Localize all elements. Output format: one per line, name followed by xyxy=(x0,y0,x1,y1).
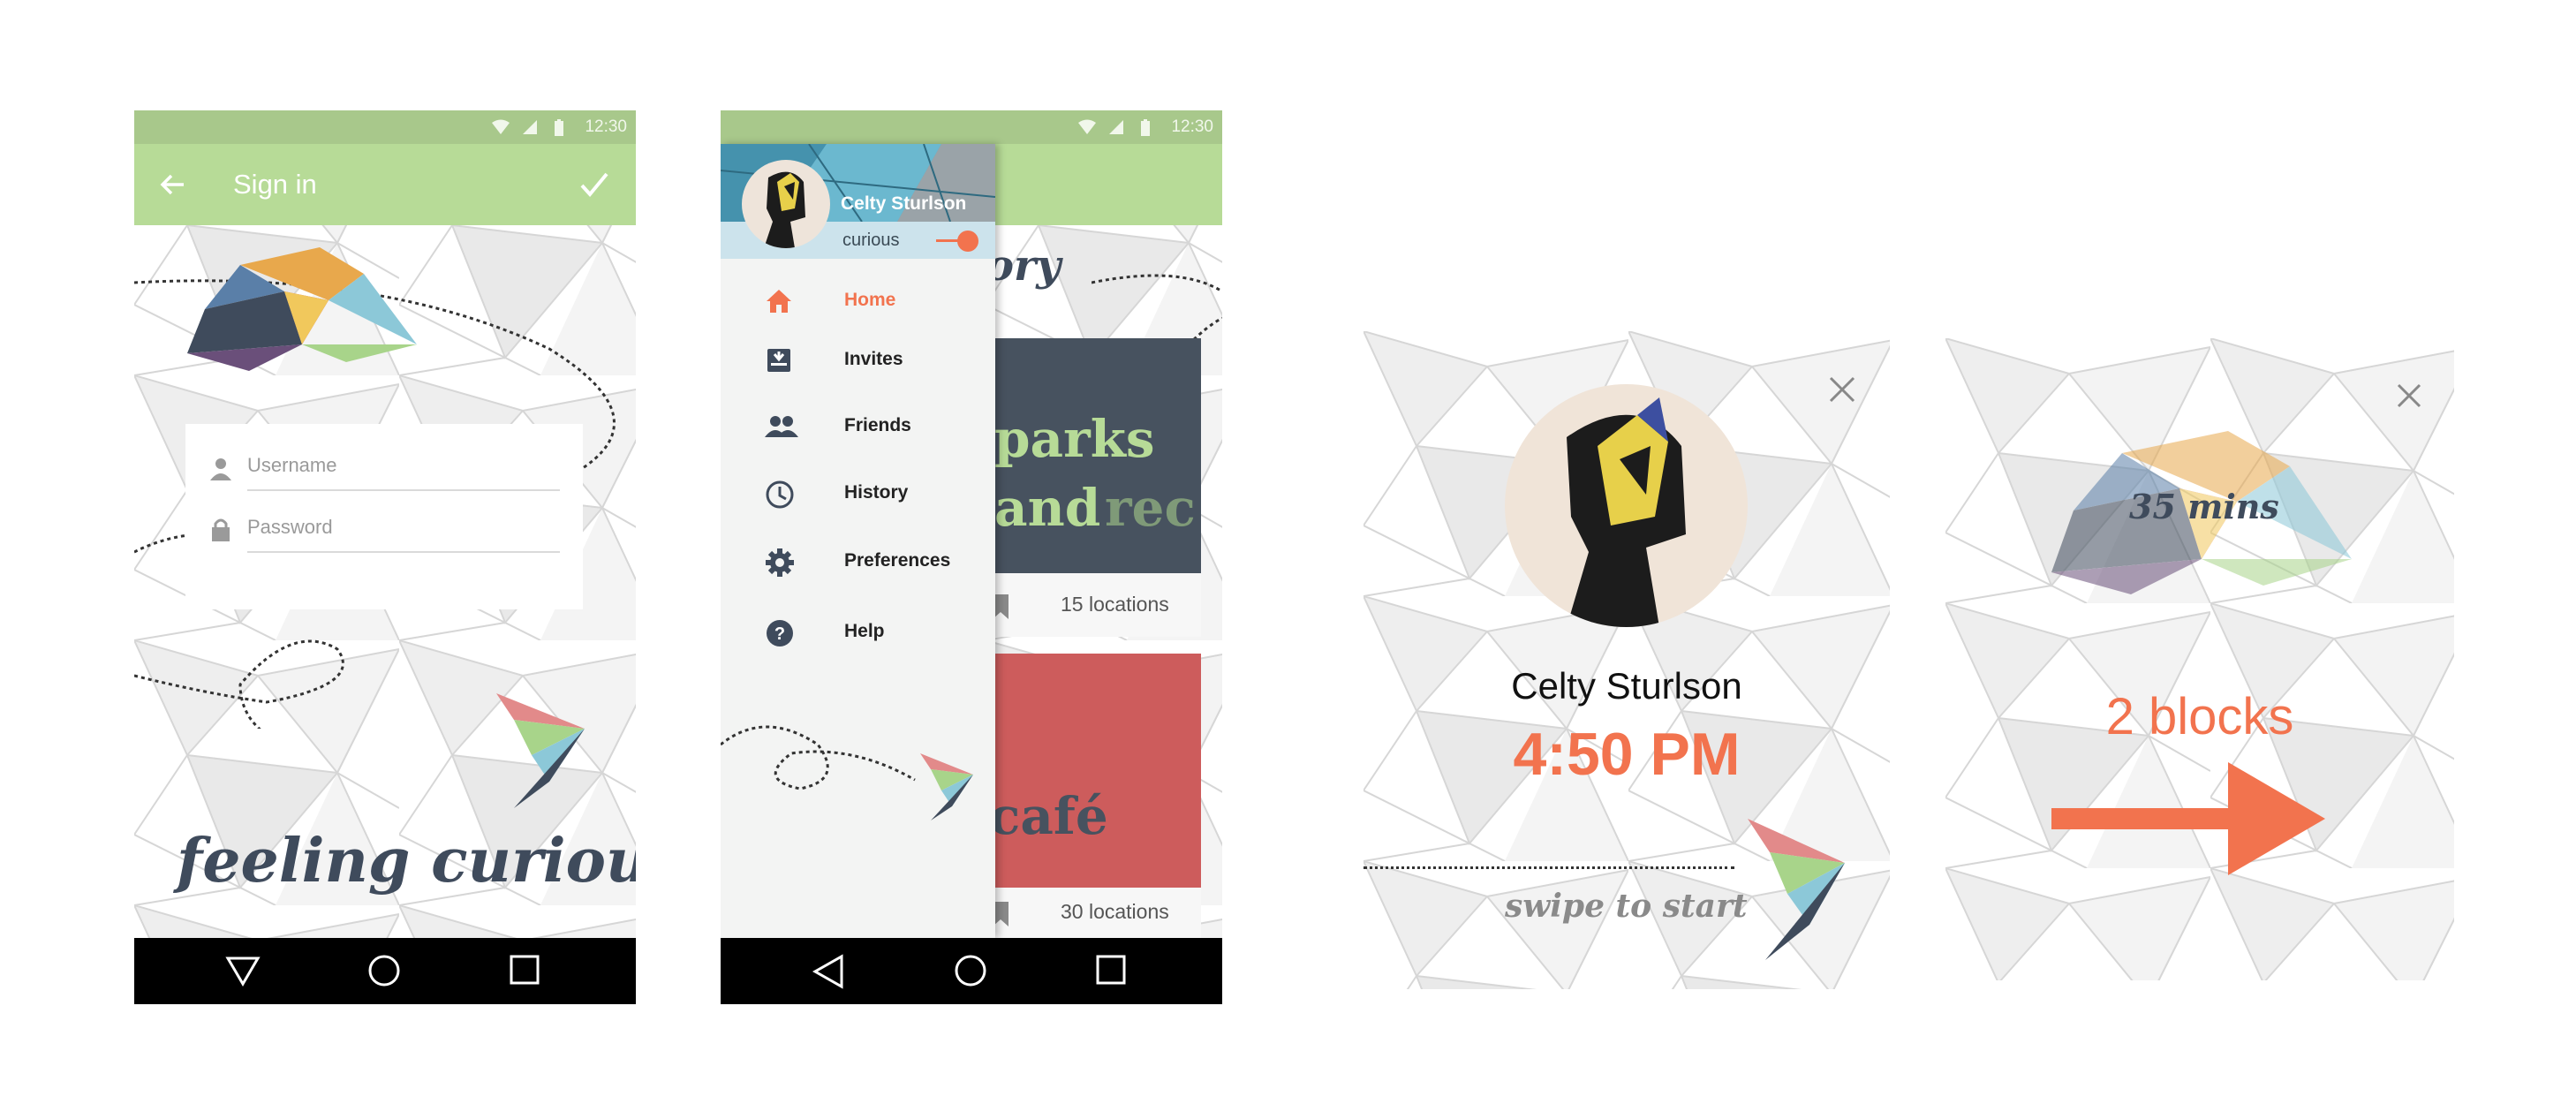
travel-duration: 35 mins xyxy=(2129,487,2279,526)
menu-item-label: Help xyxy=(844,621,885,641)
close-icon[interactable] xyxy=(1828,375,1856,404)
check-icon[interactable] xyxy=(579,170,609,199)
swipe-hint: swipe to start xyxy=(1505,888,1748,925)
login-form: Username Password xyxy=(185,424,583,609)
home-nav-icon[interactable] xyxy=(953,954,988,989)
menu-item-label: Home xyxy=(844,290,896,310)
status-time: 12:30 xyxy=(1171,117,1213,136)
card-cafe[interactable]: café xyxy=(986,654,1201,888)
username-field[interactable]: Username xyxy=(247,445,560,491)
menu-item-history[interactable]: History xyxy=(721,467,995,520)
dotted-trail xyxy=(1092,274,1222,344)
navigation-drawer: Celty Sturlson curious Home Invites Frie… xyxy=(721,144,995,938)
menu-item-help[interactable]: ? Help xyxy=(721,606,995,659)
signal-icon xyxy=(523,120,537,134)
invites-icon xyxy=(767,349,790,372)
settings-icon xyxy=(766,548,794,577)
watch-direction-screen: 35 mins 2 blocks xyxy=(1945,338,2454,980)
menu-item-label: Preferences xyxy=(844,550,951,571)
back-arrow-icon[interactable] xyxy=(159,170,187,199)
card-title: café xyxy=(989,786,1108,846)
lock-icon xyxy=(212,518,230,541)
profile-status: curious xyxy=(842,231,900,250)
menu-item-friends[interactable]: Friends xyxy=(721,400,995,453)
avatar[interactable] xyxy=(742,160,830,248)
wifi-icon xyxy=(1078,119,1096,134)
watch-invite-screen: Celty Sturlson 4:50 PM swipe to start xyxy=(1364,331,1890,989)
card-parks-footer: 15 locations xyxy=(986,573,1201,637)
password-placeholder: Password xyxy=(247,516,333,538)
password-field[interactable]: Password xyxy=(247,507,560,553)
section-heading: ory xyxy=(986,241,1061,291)
card-locations: 30 locations xyxy=(1061,900,1169,923)
status-toggle[interactable] xyxy=(957,231,978,252)
close-icon[interactable] xyxy=(2396,382,2422,409)
menu-item-preferences[interactable]: Preferences xyxy=(721,535,995,588)
drawer-screen: 12:30 ory parks and rec 15 locations caf… xyxy=(721,110,1222,1004)
profile-name: Celty Sturlson xyxy=(841,193,967,214)
svg-text:?: ? xyxy=(774,624,785,644)
history-icon xyxy=(766,480,794,509)
card-title-line1: parks xyxy=(994,409,1155,469)
paper-plane-icon xyxy=(496,693,585,808)
menu-item-home[interactable]: Home xyxy=(721,275,995,328)
signal-icon xyxy=(1109,120,1123,134)
helmet-avatar-icon xyxy=(764,171,805,248)
menu-item-label: Invites xyxy=(844,349,903,369)
card-title-line2b: rec xyxy=(1105,478,1196,538)
helmet-avatar-icon xyxy=(1567,397,1686,627)
home-nav-icon[interactable] xyxy=(366,954,402,989)
friends-icon xyxy=(765,416,798,437)
system-nav-bar xyxy=(721,938,1222,1004)
home-icon xyxy=(767,290,791,313)
rock-logo-icon xyxy=(187,247,417,371)
menu-item-label: History xyxy=(844,482,909,503)
menu-item-label: Friends xyxy=(844,415,911,435)
recents-nav-icon[interactable] xyxy=(509,954,540,987)
system-nav-bar xyxy=(134,938,636,1004)
card-parks[interactable]: parks and rec xyxy=(986,338,1201,573)
tagline: feeling curious? xyxy=(177,826,636,896)
paper-plane-icon xyxy=(1748,819,1845,960)
app-bar: Sign in xyxy=(134,144,636,225)
card-title-line2a: and xyxy=(994,478,1101,538)
distance-label: 2 blocks xyxy=(2105,688,2294,745)
wifi-icon xyxy=(492,119,510,134)
help-icon: ? xyxy=(767,620,793,647)
arrow-right-icon xyxy=(2051,762,2325,875)
back-nav-icon[interactable] xyxy=(812,954,847,989)
recents-nav-icon[interactable] xyxy=(1095,954,1127,987)
battery-icon xyxy=(1141,119,1150,136)
contact-name: Celty Sturlson xyxy=(1511,665,1742,707)
signin-screen: 12:30 Sign in Username Password feeling xyxy=(134,110,636,1004)
swipe-track[interactable] xyxy=(1364,866,1734,869)
card-locations: 15 locations xyxy=(1061,593,1169,616)
battery-icon xyxy=(555,119,563,136)
status-bar: 12:30 xyxy=(721,110,1222,144)
status-bar: 12:30 xyxy=(134,110,636,144)
card-cafe-footer: 30 locations xyxy=(986,888,1201,938)
page-title: Sign in xyxy=(233,169,317,200)
menu-item-invites[interactable]: Invites xyxy=(721,334,995,387)
status-time: 12:30 xyxy=(585,117,627,136)
back-nav-icon[interactable] xyxy=(225,954,261,987)
meeting-time: 4:50 PM xyxy=(1513,721,1741,788)
contact-avatar xyxy=(1505,384,1748,627)
paper-plane-icon xyxy=(920,753,973,820)
username-placeholder: Username xyxy=(247,454,337,476)
person-icon xyxy=(210,458,231,480)
